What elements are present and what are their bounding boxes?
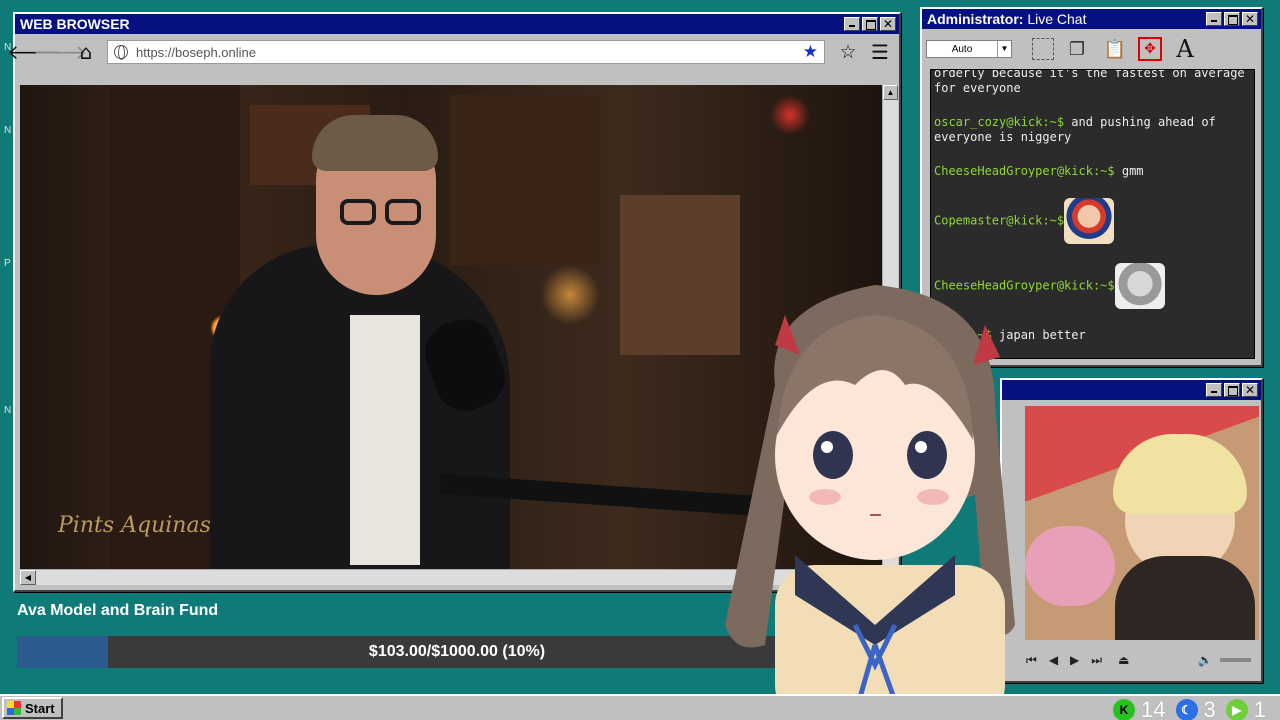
media-controls: ⏮ ◀ ▶ ⏭ ⏏ 🔈 (1002, 648, 1261, 672)
chat-message: orderly because it's the fastest on aver… (934, 69, 1251, 96)
volume-slider[interactable] (1220, 658, 1251, 662)
live-chat-window: Administrator: Live Chat ✕ Auto ▼ ❐ 📋 ✥ A… (920, 7, 1263, 367)
fund-progress-bar: $103.00/$1000.00 (10%) (17, 636, 897, 668)
skip-forward-icon[interactable]: ⏭ (1091, 653, 1102, 668)
desktop-glyph: P (4, 258, 11, 269)
chat-text: orderly because it's the fastest on aver… (934, 69, 1245, 95)
browser-titlebar[interactable]: WEB BROWSER ✕ (15, 14, 899, 34)
chat-text: japan better (991, 328, 1086, 342)
avatar-window: ✕ ⏮ ◀ ▶ ⏭ ⏏ 🔈 (1000, 378, 1263, 683)
forward-icon[interactable]: ▶ (1070, 653, 1079, 667)
chat-message: CheeseHeadGroyper@kick:~$ (934, 263, 1251, 309)
desktop-glyph: N (4, 125, 12, 136)
minimize-button[interactable] (844, 17, 860, 31)
cat-face-emote (1114, 263, 1165, 309)
hamburger-icon: ☰ (871, 40, 889, 64)
horizontal-scrollbar[interactable]: ◀ (20, 569, 882, 585)
chevron-down-icon: ▼ (997, 41, 1011, 57)
favorite-button[interactable]: ☆ (835, 39, 861, 65)
maximize-button[interactable] (1224, 12, 1240, 26)
kick-icon[interactable]: K (1113, 699, 1136, 720)
video-viewport[interactable]: Pints Aquinas (20, 85, 882, 569)
video-frame: Pints Aquinas (20, 85, 882, 569)
url-text[interactable]: https://boseph.online (136, 45, 803, 60)
home-icon: ⌂ (79, 40, 93, 64)
move-icon[interactable]: ✥ (1138, 37, 1162, 61)
globe-icon (114, 45, 128, 60)
chat-toolbar: Auto ▼ ❐ 📋 ✥ A (922, 29, 1261, 69)
volume-icon[interactable]: 🔈 (1197, 653, 1212, 667)
chat-title: Live Chat (1023, 11, 1087, 27)
play-count: 1 (1253, 697, 1266, 720)
browser-window: WEB BROWSER ✕ 🡐 🡒 ⌂ https://boseph.onlin… (7, 12, 901, 592)
star-filled-icon[interactable]: ★ (803, 42, 818, 62)
desktop-glyph: N (4, 405, 12, 416)
chat-text: gmm (1114, 164, 1144, 178)
zoom-select[interactable]: Auto ▼ (926, 40, 1012, 58)
browser-title: WEB BROWSER (20, 16, 130, 32)
avatar-titlebar[interactable]: ✕ (1002, 380, 1261, 400)
minimize-button[interactable] (1206, 12, 1222, 26)
close-button[interactable]: ✕ (1242, 12, 1258, 26)
video-watermark: Pints Aquinas (58, 513, 211, 538)
taskbar: Start K 14 ☾ 3 ▶ 1 (0, 694, 1280, 720)
chat-terminal[interactable]: orderly because it's the fastest on aver… (930, 69, 1255, 359)
chat-username[interactable]: Copemaster@kick:~$ (934, 214, 1064, 228)
maximize-button[interactable] (1224, 383, 1240, 397)
start-label: Start (25, 700, 55, 716)
system-tray: K 14 ☾ 3 ▶ 1 (1103, 697, 1266, 720)
browser-toolbar: 🡐 🡒 ⌂ https://boseph.online ★ ☆ ☰ (7, 34, 899, 70)
chat-username[interactable]: CheeseHeadGroyper@kick:~$ (934, 164, 1115, 178)
play-icon[interactable]: ▶ (1225, 699, 1248, 720)
copy-icon[interactable]: ❐ (1062, 35, 1092, 63)
skip-back-icon[interactable]: ⏮ (1026, 653, 1037, 668)
eject-icon[interactable]: ⏏ (1118, 653, 1129, 667)
chat-message: oscar_cozy@kick:~$ and pushing ahead of … (934, 115, 1251, 145)
maximize-button[interactable] (862, 17, 878, 31)
chat-titlebar[interactable]: Administrator: Live Chat ✕ (922, 9, 1261, 29)
kick-count: 14 (1141, 697, 1166, 720)
chat-username[interactable]: oscar_cozy@kick:~$ (934, 115, 1064, 129)
fund-title: Ava Model and Brain Fund (17, 602, 219, 619)
chat-title-prefix: Administrator: (927, 11, 1024, 27)
paste-icon[interactable]: 📋 (1100, 35, 1130, 63)
scroll-left-icon[interactable]: ◀ (20, 570, 36, 585)
fund-progress-text: $103.00/$1000.00 (10%) (368, 643, 546, 660)
scroll-up-icon[interactable]: ▲ (883, 85, 898, 100)
font-icon[interactable]: A (1170, 35, 1200, 63)
chat-username[interactable]: CheeseHeadGroyper@kick:~$ (934, 279, 1115, 293)
anime-face-emote (1064, 198, 1115, 244)
close-button[interactable]: ✕ (880, 17, 896, 31)
windows-logo-icon (7, 701, 21, 715)
forward-button[interactable]: 🡒 (33, 39, 87, 65)
vertical-scrollbar[interactable]: ▲ (882, 85, 898, 569)
close-button[interactable]: ✕ (1242, 383, 1258, 397)
rewind-icon[interactable]: ◀ (1049, 653, 1058, 667)
moon-count: 3 (1203, 697, 1216, 720)
minimize-button[interactable] (1206, 383, 1222, 397)
chat-message: @kick:~$ japan better (934, 328, 1251, 343)
start-button[interactable]: Start (2, 697, 63, 719)
chat-messages: orderly because it's the fastest on aver… (934, 69, 1251, 358)
chat-message: CheeseHeadGroyper@kick:~$ gmm (934, 164, 1251, 179)
home-button[interactable]: ⌂ (73, 39, 99, 65)
chat-username[interactable]: @kick:~$ (934, 328, 992, 342)
select-tool-icon[interactable] (1032, 38, 1054, 60)
menu-button[interactable]: ☰ (867, 39, 893, 65)
avatar-image (1025, 406, 1259, 640)
chat-message: Copemaster@kick:~$ (934, 198, 1251, 244)
moon-icon[interactable]: ☾ (1175, 699, 1198, 720)
address-bar[interactable]: https://boseph.online ★ (107, 40, 825, 64)
star-outline-icon: ☆ (839, 41, 857, 63)
zoom-select-value: Auto (951, 43, 973, 55)
